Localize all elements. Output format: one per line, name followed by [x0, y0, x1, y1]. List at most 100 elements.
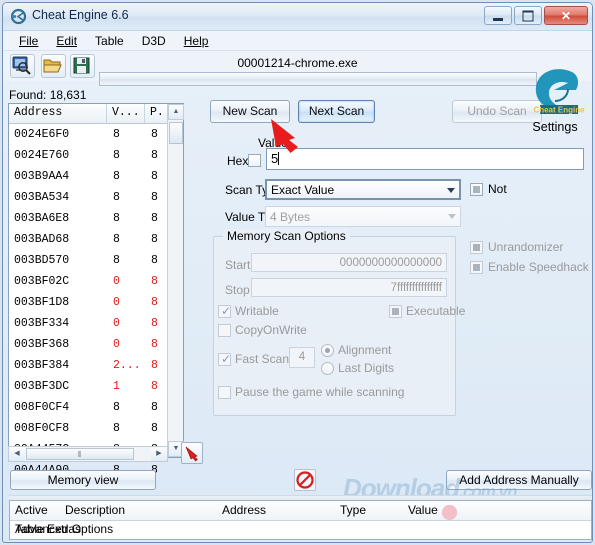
pause-game-checkbox[interactable]	[218, 386, 231, 399]
menu-item-help[interactable]: Help	[176, 32, 217, 50]
table-row[interactable]: 003BF02C 0 8	[9, 271, 183, 292]
scroll-right-icon[interactable]: ▶	[151, 447, 167, 461]
maximize-button[interactable]	[514, 6, 542, 25]
scan-value-text: 5	[271, 151, 279, 166]
table-row[interactable]: 0024E6F0 8 8	[9, 124, 183, 145]
column-header-active[interactable]: Active	[15, 503, 48, 517]
chevron-down-icon	[447, 188, 455, 193]
address-list-rows[interactable]: 0024E6F0 8 8 0024E760 8 8 003B9AA4 8 8 003BA534 8 8…	[9, 124, 183, 481]
table-row[interactable]: 003BF368 0 8	[9, 334, 183, 355]
hex-checkbox[interactable]	[248, 154, 261, 167]
last-digits-label: Last Digits	[338, 361, 395, 375]
menu-help-label: Help	[183, 33, 209, 48]
window-title: Cheat Engine 6.6	[32, 8, 129, 22]
close-button[interactable]: ✕	[544, 6, 588, 25]
not-checkbox[interactable]	[470, 183, 483, 196]
not-label: Not	[488, 182, 507, 196]
hscrollbar-thumb[interactable]: ⦀	[26, 448, 134, 460]
cell-value: 8	[113, 149, 120, 162]
value-type-select: 4 Bytes	[265, 206, 461, 227]
menu-bar: File Edit Table D3D Help	[3, 31, 592, 51]
table-row[interactable]: 003BA534 8 8	[9, 187, 183, 208]
table-row[interactable]: 003BF3DC 1 8	[9, 376, 183, 397]
scroll-left-icon[interactable]: ◀	[9, 447, 25, 461]
scan-type-value: Exact Value	[271, 183, 335, 197]
table-row[interactable]: 003BF384 2... 8	[9, 355, 183, 376]
column-header-value[interactable]: Value	[408, 503, 438, 517]
settings-logo[interactable]: Cheat Engine Settings	[522, 63, 588, 134]
start-label: Start	[225, 258, 251, 272]
table-row[interactable]: 003B9AA4 8 8	[9, 166, 183, 187]
cell-address: 003B9AA4	[14, 170, 70, 183]
next-scan-button[interactable]: Next Scan	[298, 100, 375, 123]
table-row[interactable]: 003BAD68 8 8	[9, 229, 183, 250]
menu-edit-label: Edit	[56, 33, 78, 48]
red-arrow-icon[interactable]	[181, 442, 203, 464]
column-header-description[interactable]: Description	[65, 503, 125, 517]
memory-view-button[interactable]: Memory view	[10, 470, 156, 490]
scan-value-input[interactable]: 5	[266, 148, 584, 170]
fast-scan-value-input[interactable]: 4	[289, 347, 315, 368]
cell-value: 0	[113, 296, 120, 309]
column-header-address[interactable]: Address	[222, 503, 266, 517]
cell-value: 0	[113, 317, 120, 330]
minimize-button[interactable]	[484, 6, 512, 25]
menu-item-file[interactable]: File	[11, 32, 46, 50]
settings-label: Settings	[532, 120, 578, 134]
address-list-scrollbar[interactable]: ▲ ▼	[167, 104, 184, 457]
table-row[interactable]: 0024E760 8 8	[9, 145, 183, 166]
menu-item-d3d[interactable]: D3D	[134, 32, 174, 50]
close-icon: ✕	[560, 8, 572, 23]
last-digits-radio[interactable]	[321, 362, 334, 375]
add-address-manually-button[interactable]: Add Address Manually	[446, 470, 592, 490]
unrandomizer-checkbox[interactable]	[470, 241, 483, 254]
table-row[interactable]: 003BD570 8 8	[9, 250, 183, 271]
menu-d3d-label: D3D	[141, 33, 166, 48]
table-row[interactable]: 003BA6E8 8 8	[9, 208, 183, 229]
table-row[interactable]: 003BF334 0 8	[9, 313, 183, 334]
toolbar: 00001214-chrome.exe Found: 18,631	[3, 51, 592, 102]
cell-value: 8	[113, 422, 120, 435]
menu-item-table[interactable]: Table	[87, 32, 132, 50]
scan-type-select[interactable]: Exact Value	[265, 179, 461, 200]
stop-address-value: 7fffffffffffffff	[390, 282, 442, 294]
column-header-type[interactable]: Type	[340, 503, 366, 517]
cell-value: 2...	[113, 359, 141, 372]
new-scan-label: New Scan	[222, 104, 278, 118]
scroll-up-icon[interactable]: ▲	[168, 104, 184, 120]
stop-label: Stop	[225, 283, 250, 297]
cell-value: 0	[113, 275, 120, 288]
fast-scan-label: Fast Scan	[235, 352, 290, 366]
alignment-radio[interactable]	[321, 344, 334, 357]
text-caret	[278, 152, 280, 165]
column-header-value[interactable]: V...	[107, 104, 145, 123]
table-extras-link[interactable]: Table Extras	[15, 522, 588, 536]
cell-value: 8	[113, 254, 120, 267]
cell-value: 8	[113, 401, 120, 414]
cell-address: 003BF02C	[14, 275, 70, 288]
address-list-hscrollbar[interactable]: ◀ ⦀ ▶	[8, 446, 168, 462]
table-row[interactable]: 008F0CF8 8 8	[9, 418, 183, 439]
start-address-value: 0000000000000000	[339, 257, 442, 269]
value-type-value: 4 Bytes	[270, 210, 311, 224]
copyonwrite-label: CopyOnWrite	[235, 323, 307, 337]
alignment-label: Alignment	[338, 343, 392, 357]
fast-scan-checkbox[interactable]: ✓	[218, 352, 231, 366]
start-address-input[interactable]: 0000000000000000	[251, 253, 447, 272]
copyonwrite-checkbox[interactable]	[218, 324, 231, 337]
writable-checkbox[interactable]: ✓	[218, 304, 231, 318]
table-row[interactable]: 003BF1D8 0 8	[9, 292, 183, 313]
menu-item-edit[interactable]: Edit	[48, 32, 85, 50]
new-scan-button[interactable]: New Scan	[210, 100, 290, 123]
menu-file-label: File	[19, 33, 39, 48]
unrandomizer-label: Unrandomizer	[488, 240, 564, 254]
speedhack-checkbox[interactable]	[470, 261, 483, 274]
cheat-engine-icon	[10, 8, 27, 25]
prohibition-icon[interactable]	[294, 469, 316, 491]
scrollbar-thumb[interactable]	[169, 122, 183, 144]
column-header-address[interactable]: Address	[9, 104, 107, 123]
stop-address-input[interactable]: 7fffffffffffffff	[251, 278, 447, 297]
table-row[interactable]: 008F0CF4 8 8	[9, 397, 183, 418]
executable-checkbox[interactable]	[389, 305, 402, 318]
hex-label: Hex	[227, 154, 249, 168]
